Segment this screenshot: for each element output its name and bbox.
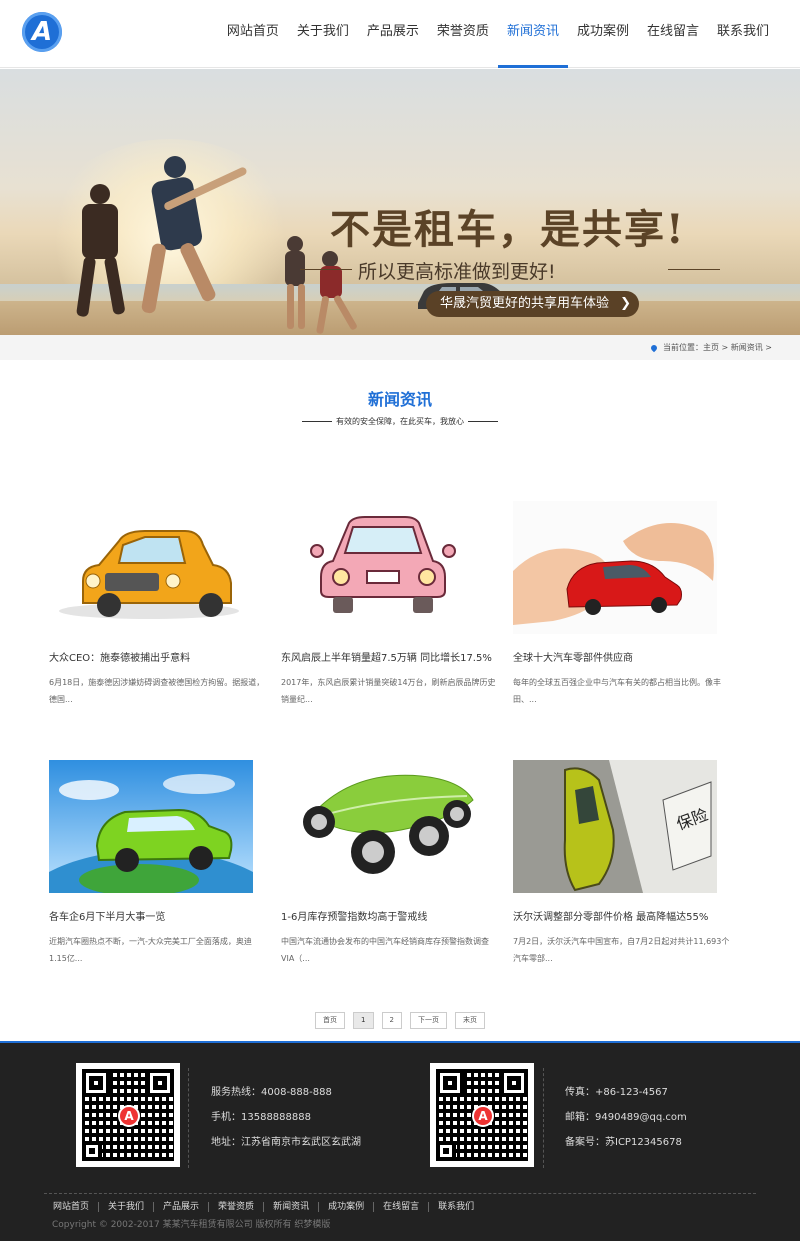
pager-first-button[interactable]: 首页 bbox=[315, 1012, 346, 1029]
footer-divider bbox=[543, 1068, 544, 1168]
pagination: 首页 1 2 下一页 末页 bbox=[0, 1012, 800, 1029]
news-title[interactable]: 沃尔沃调整部分零部件价格 最高降幅达55% bbox=[513, 908, 733, 923]
breadcrumb-bar: 当前位置：主页 > 新闻资讯 > bbox=[0, 335, 800, 360]
nav-item-contact[interactable]: 联系我们 bbox=[708, 0, 778, 68]
nav-item-about[interactable]: 关于我们 bbox=[288, 0, 358, 68]
news-summary: 6月18日，施泰德因涉嫌妨碍调查被德国检方拘留。据报道，德国... bbox=[49, 678, 265, 704]
news-summary: 中国汽车流通协会发布的中国汽车经销商库存预警指数调查VIA（... bbox=[281, 937, 489, 963]
footer-nav-news[interactable]: 新闻资讯 bbox=[264, 1202, 320, 1212]
qr-logo-icon: A bbox=[118, 1105, 140, 1127]
footer-email: 邮箱：9490489@qq.com bbox=[565, 1112, 687, 1123]
nav-item-cases[interactable]: 成功案例 bbox=[568, 0, 638, 68]
qr-pattern: A bbox=[82, 1069, 174, 1161]
leaf-car-image bbox=[303, 774, 474, 874]
footer-divider bbox=[188, 1068, 189, 1168]
subtitle-line-left bbox=[302, 421, 332, 422]
banner-slogan-label: 华晟汽贸更好的共享用车体验 bbox=[440, 296, 610, 311]
footer-address: 地址：江苏省南京市玄武区玄武湖 bbox=[211, 1137, 361, 1148]
news-thumbnail[interactable] bbox=[49, 501, 253, 634]
footer-nav-cases[interactable]: 成功案例 bbox=[319, 1202, 375, 1212]
banner-subline: 所以更高标准做到更好! bbox=[358, 261, 556, 283]
location-pin-icon bbox=[649, 343, 659, 352]
pager-last-button[interactable]: 末页 bbox=[454, 1012, 485, 1029]
banner-headline: 不是租车，是共享! bbox=[330, 206, 686, 253]
footer-nav-home[interactable]: 网站首页 bbox=[44, 1202, 100, 1212]
footer-nav-message[interactable]: 在线留言 bbox=[374, 1202, 430, 1212]
yellow-car-image bbox=[59, 530, 239, 619]
news-title[interactable]: 各车企6月下半月大事一览 bbox=[49, 908, 269, 923]
main-nav: 网站首页 关于我们 产品展示 荣誉资质 新闻资讯 成功案例 在线留言 联系我们 bbox=[218, 0, 778, 68]
nav-item-home[interactable]: 网站首页 bbox=[218, 0, 288, 68]
news-title[interactable]: 大众CEO：施泰德被捕出乎意料 bbox=[49, 649, 269, 664]
qr-pattern: A bbox=[436, 1069, 528, 1161]
nav-item-news[interactable]: 新闻资讯 bbox=[497, 0, 568, 68]
wechat-qr-code-left: A bbox=[76, 1063, 180, 1167]
news-summary: 2017年，东风启辰累计销量突破14万台，刷新启辰品牌历史销量纪... bbox=[281, 678, 496, 704]
footer-copyright: Copyright © 2002-2017 某某汽车租赁有限公司 版权所有 织梦… bbox=[52, 1220, 331, 1230]
news-thumbnail[interactable]: 保险 bbox=[513, 760, 717, 893]
footer-contact-left: 服务热线：4008-888-888 手机：13588888888 地址：江苏省南… bbox=[211, 1080, 361, 1155]
news-title[interactable]: 1-6月库存预警指数均高于警戒线 bbox=[281, 908, 501, 923]
news-summary: 7月2日，沃尔沃汽车中国宣布，自7月2日起对共计11,693个汽车零部... bbox=[513, 937, 730, 963]
news-summary: 近期汽车圈热点不断，一汽-大众完美工厂全面落成，奥迪1.15亿... bbox=[49, 937, 252, 963]
footer-hotline: 服务热线：4008-888-888 bbox=[211, 1087, 332, 1098]
qr-finder bbox=[436, 1141, 456, 1161]
news-summary: 每年的全球五百强企业中与汽车有关的都占相当比例。像丰田、... bbox=[513, 678, 721, 704]
qr-finder bbox=[82, 1141, 102, 1161]
breadcrumb[interactable]: 当前位置：主页 > 新闻资讯 > bbox=[649, 335, 772, 360]
footer-nav-honors[interactable]: 荣誉资质 bbox=[209, 1202, 265, 1212]
footer-nav: 网站首页 关于我们 产品展示 荣誉资质 新闻资讯 成功案例 在线留言 联系我们 bbox=[44, 1193, 756, 1212]
subline-dash-right bbox=[668, 269, 720, 270]
breadcrumb-text: 当前位置：主页 > 新闻资讯 > bbox=[662, 343, 772, 352]
nav-item-products[interactable]: 产品展示 bbox=[358, 0, 428, 68]
section-title: 新闻资讯 bbox=[367, 390, 432, 409]
news-title[interactable]: 东风启辰上半年销量超7.5万辆 同比增长17.5% bbox=[281, 649, 501, 664]
pager-page-2[interactable]: 2 bbox=[381, 1012, 402, 1029]
chevron-right-icon: ❯ bbox=[620, 296, 632, 311]
section-subtitle: 有效的安全保障，在此买车，我放心 bbox=[0, 416, 800, 427]
pink-car-image bbox=[310, 516, 456, 613]
footer-icp: 备案号：苏ICP12345678 bbox=[565, 1137, 682, 1148]
news-thumbnail[interactable] bbox=[281, 501, 485, 634]
logo-letter: A bbox=[31, 17, 53, 47]
hands-protecting-car-image bbox=[513, 501, 717, 634]
footer-fax: 传真：+86-123-4567 bbox=[565, 1087, 668, 1098]
footer-mobile: 手机：13588888888 bbox=[211, 1112, 311, 1123]
footer-nav-contact[interactable]: 联系我们 bbox=[429, 1202, 483, 1212]
qr-logo-icon: A bbox=[472, 1105, 494, 1127]
banner-slogan-button[interactable]: 华晟汽贸更好的共享用车体验 ❯ bbox=[426, 291, 640, 317]
subtitle-line-right bbox=[468, 421, 498, 422]
pager-next-button[interactable]: 下一页 bbox=[409, 1012, 447, 1029]
site-header: A 网站首页 关于我们 产品展示 荣誉资质 新闻资讯 成功案例 在线留言 联系我… bbox=[0, 0, 800, 68]
footer-nav-about[interactable]: 关于我们 bbox=[99, 1202, 155, 1212]
footer-contact-right: 传真：+86-123-4567 邮箱：9490489@qq.com 备案号：苏I… bbox=[565, 1080, 687, 1155]
nav-item-message[interactable]: 在线留言 bbox=[638, 0, 708, 68]
hero-banner[interactable]: 不是租车，是共享! 所以更高标准做到更好! 华晟汽贸更好的共享用车体验 ❯ bbox=[0, 69, 800, 335]
green-car-globe-image bbox=[49, 760, 253, 893]
insurance-car-image: 保险 bbox=[513, 760, 717, 893]
news-thumbnail[interactable] bbox=[513, 501, 717, 634]
site-logo[interactable]: A bbox=[22, 12, 62, 52]
news-thumbnail[interactable] bbox=[281, 760, 485, 893]
pager-page-1[interactable]: 1 bbox=[353, 1012, 374, 1029]
nav-item-honors[interactable]: 荣誉资质 bbox=[428, 0, 498, 68]
section-subtitle-text: 有效的安全保障，在此买车，我放心 bbox=[336, 417, 464, 426]
news-title[interactable]: 全球十大汽车零部件供应商 bbox=[513, 649, 733, 664]
wechat-qr-code-right: A bbox=[430, 1063, 534, 1167]
footer-nav-products[interactable]: 产品展示 bbox=[154, 1202, 210, 1212]
subline-dash-left bbox=[300, 269, 352, 270]
news-thumbnail[interactable] bbox=[49, 760, 253, 893]
